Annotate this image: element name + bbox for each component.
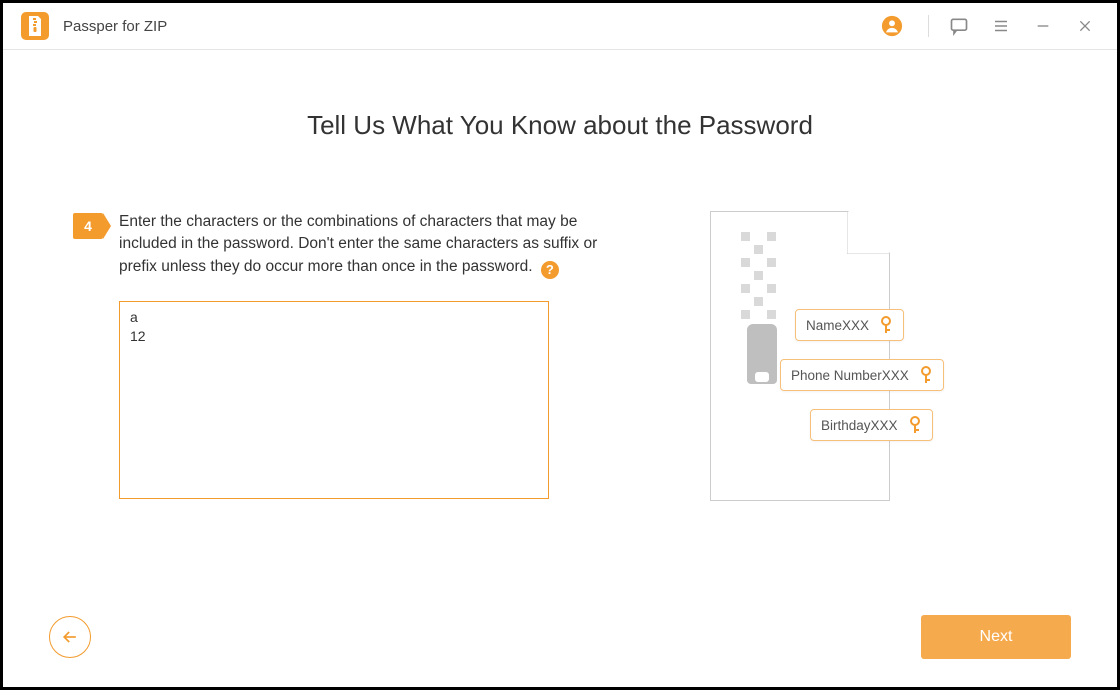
menu-icon[interactable] bbox=[989, 14, 1013, 38]
hint-chip-phone: Phone NumberXXX bbox=[780, 359, 944, 391]
step-instruction: Enter the characters or the combinations… bbox=[119, 211, 613, 279]
hint-chip-name: NameXXX bbox=[795, 309, 904, 341]
zipper-pull-graphic bbox=[755, 372, 769, 382]
next-button[interactable]: Next bbox=[921, 615, 1071, 659]
illustration: NameXXX Phone NumberXXX BirthdayXXX bbox=[690, 211, 970, 511]
back-button[interactable] bbox=[49, 616, 91, 658]
page-heading: Tell Us What You Know about the Password bbox=[73, 110, 1047, 141]
hint-chip-birthday: BirthdayXXX bbox=[810, 409, 933, 441]
characters-input[interactable] bbox=[119, 301, 549, 499]
minimize-button[interactable] bbox=[1031, 14, 1055, 38]
step-number-badge: 4 bbox=[73, 213, 103, 239]
app-title: Passper for ZIP bbox=[63, 18, 167, 35]
help-icon[interactable]: ? bbox=[541, 261, 559, 279]
hint-chip-label: BirthdayXXX bbox=[821, 418, 898, 433]
feedback-icon[interactable] bbox=[947, 14, 971, 38]
footer: Next bbox=[3, 587, 1117, 687]
document-graphic bbox=[710, 211, 890, 501]
hint-chip-label: NameXXX bbox=[806, 318, 869, 333]
app-icon bbox=[21, 12, 49, 40]
content-area: Tell Us What You Know about the Password… bbox=[3, 50, 1117, 687]
zip-stripes bbox=[741, 232, 781, 323]
titlebar: Passper for ZIP bbox=[3, 3, 1117, 50]
close-button[interactable] bbox=[1073, 14, 1097, 38]
hint-chip-label: Phone NumberXXX bbox=[791, 368, 909, 383]
titlebar-divider bbox=[928, 15, 929, 37]
step-instruction-text: Enter the characters or the combinations… bbox=[119, 213, 597, 275]
key-icon bbox=[919, 366, 933, 384]
account-icon[interactable] bbox=[880, 14, 904, 38]
key-icon bbox=[908, 416, 922, 434]
key-icon bbox=[879, 316, 893, 334]
